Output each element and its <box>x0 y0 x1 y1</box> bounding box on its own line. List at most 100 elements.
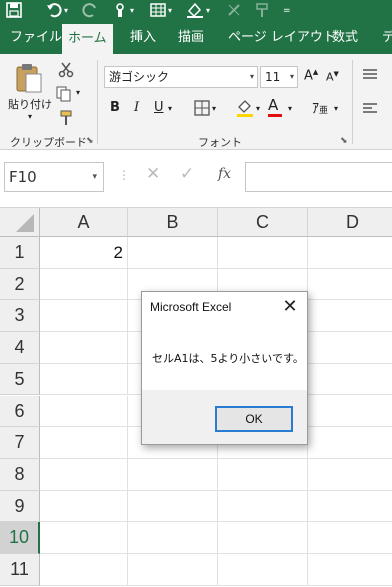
tab-data[interactable]: デ <box>376 22 392 54</box>
tab-formulas[interactable]: 数式 <box>326 22 364 54</box>
increase-font-icon[interactable]: A▲ <box>304 68 318 83</box>
table-icon[interactable] <box>150 2 166 20</box>
grid-cell[interactable] <box>128 554 218 586</box>
grid-cell[interactable] <box>40 363 128 396</box>
font-name-select[interactable]: 游ゴシック ▾ <box>104 66 258 88</box>
paste-dropdown-icon[interactable]: ▾ <box>28 112 32 121</box>
grid-cell[interactable] <box>128 458 218 491</box>
cell-value: 2 <box>113 243 123 262</box>
font-launcher-icon[interactable]: ⬊ <box>340 136 348 146</box>
phonetic-icon[interactable]: ｱ亜 <box>312 98 328 118</box>
bold-button[interactable]: B <box>110 100 120 115</box>
column-header-d[interactable]: D <box>308 208 392 237</box>
grid-cell[interactable] <box>40 332 128 364</box>
format-painter-icon[interactable] <box>58 110 74 129</box>
grid-cell[interactable] <box>40 427 128 459</box>
grid-cell[interactable] <box>218 458 308 491</box>
tab-page-layout[interactable]: ページ レイアウト <box>222 22 342 54</box>
italic-button[interactable]: I <box>134 100 139 115</box>
table-dropdown-icon[interactable]: ▾ <box>168 2 172 20</box>
grid-cell[interactable] <box>128 490 218 523</box>
row-header[interactable]: 10 <box>0 522 40 554</box>
font-size-select[interactable]: 11 ▾ <box>260 66 298 88</box>
grid-cell[interactable] <box>308 554 392 586</box>
cut-icon[interactable] <box>58 62 74 81</box>
grid-cell[interactable] <box>40 395 128 428</box>
grid-cell[interactable]: 2 <box>40 237 128 269</box>
column-header-a[interactable]: A <box>40 208 128 237</box>
grid-cell[interactable] <box>40 490 128 523</box>
grid-cell[interactable] <box>218 237 308 269</box>
decrease-font-icon[interactable]: A▼ <box>326 70 339 84</box>
select-all-corner[interactable] <box>0 208 40 237</box>
font-color-dropdown-icon[interactable]: ▾ <box>288 104 292 113</box>
formula-input[interactable] <box>245 162 392 192</box>
name-box[interactable]: F10 ▾ <box>4 162 104 192</box>
grid-cell[interactable] <box>308 459 392 491</box>
fill-dropdown-icon[interactable]: ▾ <box>206 2 210 20</box>
grid-cell[interactable] <box>218 490 308 523</box>
align-top-icon[interactable] <box>362 68 378 85</box>
copy-dropdown-icon[interactable]: ▾ <box>76 88 80 97</box>
grid-cell[interactable] <box>218 554 308 586</box>
phonetic-dropdown-icon[interactable]: ▾ <box>334 104 338 113</box>
grid-cell[interactable] <box>308 491 392 523</box>
grid-cell[interactable] <box>308 364 392 396</box>
grid-cell[interactable] <box>40 522 128 554</box>
borders-icon[interactable] <box>194 100 210 119</box>
grid-cell[interactable] <box>308 332 392 364</box>
grid-cell[interactable] <box>40 300 128 333</box>
grid-cell[interactable] <box>40 268 128 301</box>
save-icon[interactable] <box>6 2 22 20</box>
grid-cell[interactable] <box>128 522 218 554</box>
row-header[interactable]: 11 <box>0 554 40 586</box>
paste-button-label[interactable]: 貼り付け <box>8 96 52 112</box>
row-header[interactable]: 7 <box>0 427 40 459</box>
row-header[interactable]: 5 <box>0 363 40 396</box>
grid-cell[interactable] <box>308 237 392 269</box>
row-header[interactable]: 3 <box>0 300 40 333</box>
grid-cell[interactable] <box>40 458 128 491</box>
grid-cell[interactable] <box>40 554 128 586</box>
undo-icon[interactable] <box>46 2 62 20</box>
copy-icon[interactable] <box>56 86 72 105</box>
fill-color-icon[interactable] <box>236 98 254 121</box>
undo-dropdown-icon[interactable]: ▾ <box>64 2 68 20</box>
touch-mode-icon[interactable] <box>112 2 128 20</box>
row-header[interactable]: 1 <box>0 237 40 269</box>
name-box-dropdown-icon[interactable]: ▾ <box>92 163 97 191</box>
row-header[interactable]: 2 <box>0 268 40 301</box>
column-header-c[interactable]: C <box>218 208 308 237</box>
customize-qat-icon[interactable]: = <box>283 2 291 20</box>
grid-cell[interactable] <box>308 522 392 554</box>
insert-function-icon[interactable]: fx <box>218 166 231 182</box>
row-header[interactable]: 8 <box>0 458 40 491</box>
align-left-icon[interactable] <box>362 102 378 119</box>
font-color-icon[interactable]: A <box>268 96 282 117</box>
touch-dropdown-icon[interactable]: ▾ <box>130 2 134 20</box>
tab-insert[interactable]: 挿入 <box>124 22 162 54</box>
tab-file[interactable]: ファイル <box>4 22 68 54</box>
row-header[interactable]: 9 <box>0 490 40 523</box>
row-header[interactable]: 6 <box>0 395 40 428</box>
grid-cell[interactable] <box>308 269 392 301</box>
row-header[interactable]: 4 <box>0 332 40 364</box>
borders-dropdown-icon[interactable]: ▾ <box>212 104 216 113</box>
grid-cell[interactable] <box>308 300 392 333</box>
tab-draw[interactable]: 描画 <box>172 22 210 54</box>
paste-icon[interactable] <box>14 62 44 97</box>
formula-bar-grip-icon: ⋮ <box>118 168 130 182</box>
grid-cell[interactable] <box>128 237 218 269</box>
grid-cell[interactable] <box>308 396 392 428</box>
underline-button[interactable]: U <box>154 100 164 115</box>
grid-cell[interactable] <box>308 427 392 459</box>
underline-dropdown-icon[interactable]: ▾ <box>168 104 172 113</box>
ok-button[interactable]: OK <box>215 406 293 432</box>
clipboard-launcher-icon[interactable]: ⬊ <box>86 136 94 146</box>
grid-cell[interactable] <box>218 522 308 554</box>
dialog-close-icon[interactable]: ✕ <box>279 296 301 318</box>
fill-color-dropdown-icon[interactable]: ▾ <box>256 104 260 113</box>
column-header-b[interactable]: B <box>128 208 218 237</box>
tab-home[interactable]: ホーム <box>62 24 113 54</box>
fill-color-qat-icon[interactable] <box>186 2 204 20</box>
